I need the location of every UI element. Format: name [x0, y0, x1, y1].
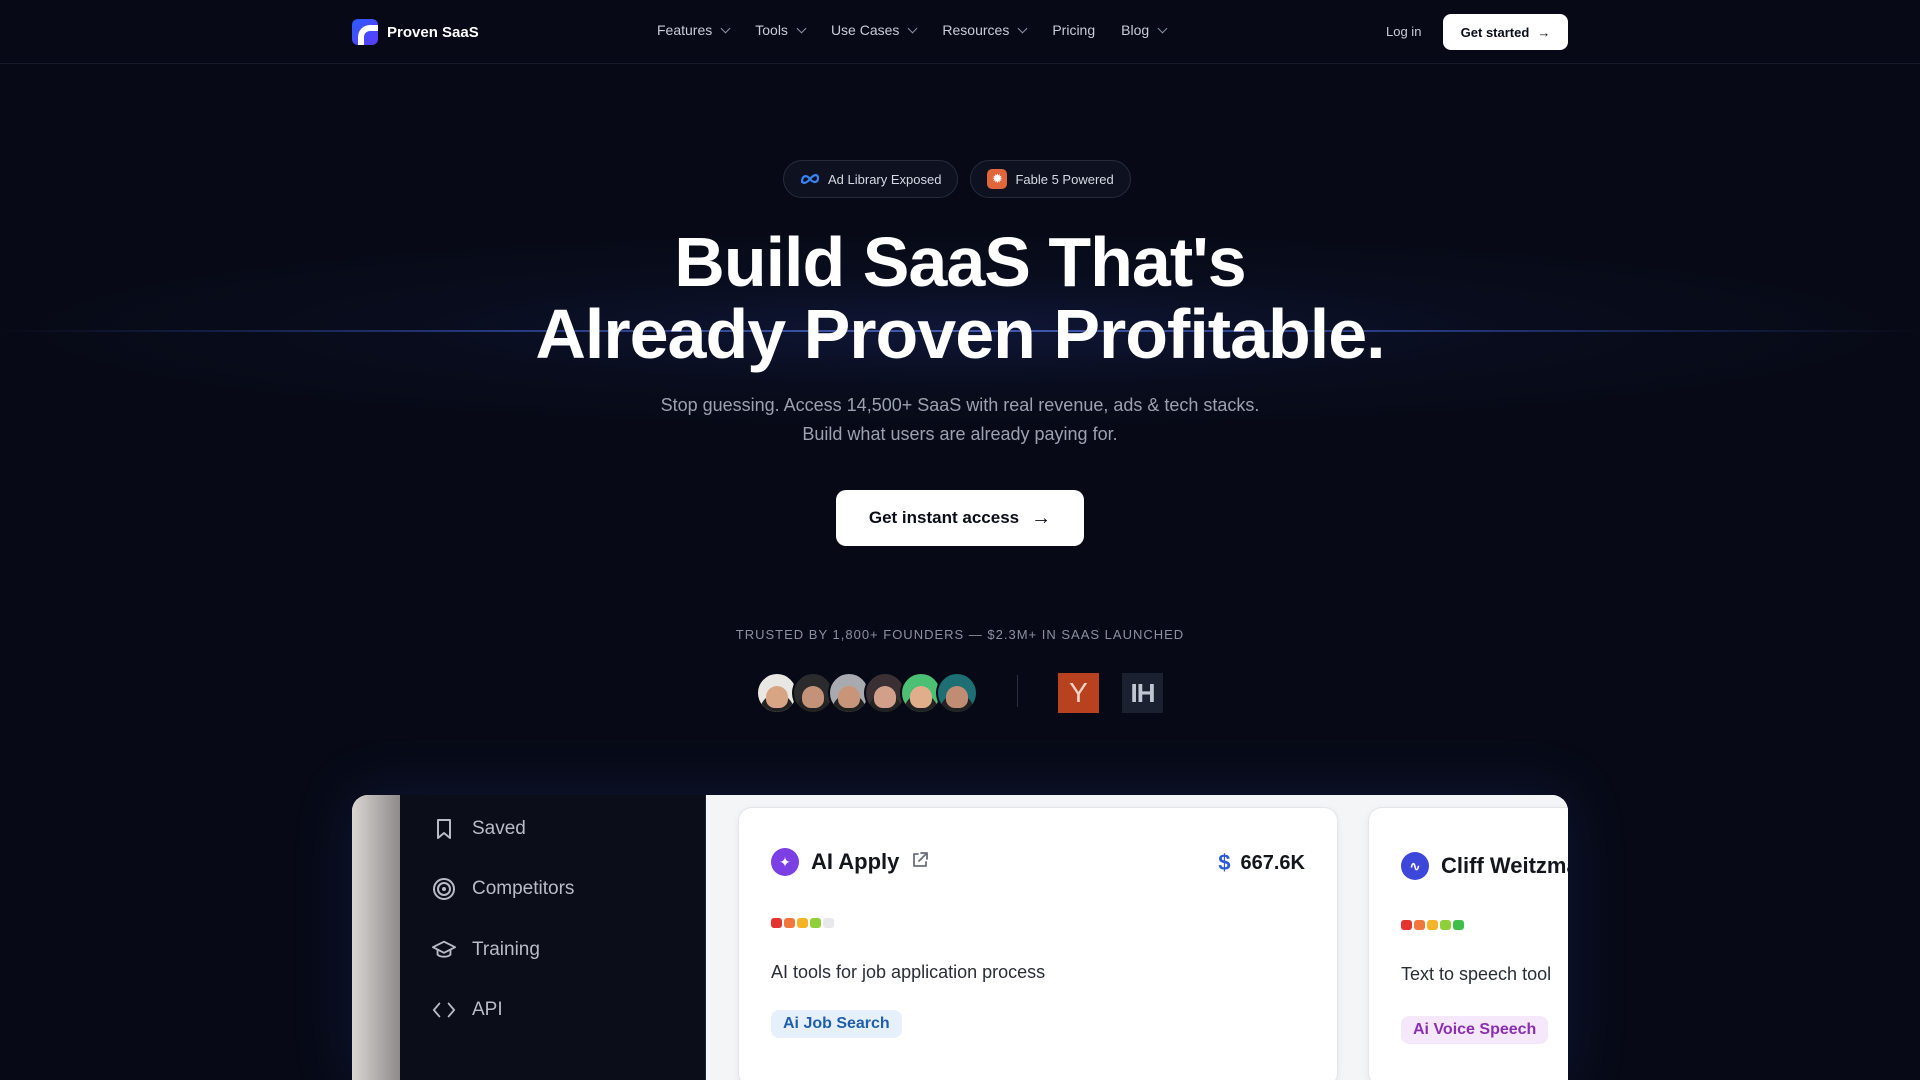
- magic-wand-icon: ✦: [771, 848, 799, 876]
- sidebar-item-label: Competitors: [472, 878, 575, 899]
- menu-item-blog[interactable]: Blog: [1121, 22, 1168, 38]
- hero-title-line-2: Already Proven Profitable.: [535, 295, 1385, 373]
- get-started-button[interactable]: Get started →: [1443, 14, 1568, 50]
- menu-item-label: Tools: [755, 22, 788, 38]
- brand-link[interactable]: Proven SaaS: [352, 19, 479, 45]
- menu-item-use-cases[interactable]: Use Cases: [830, 22, 918, 38]
- external-link-icon[interactable]: [911, 849, 929, 875]
- saas-card-ai-apply[interactable]: ✦ AI Apply $ 667.6K AI tools for job app…: [738, 807, 1338, 1080]
- avatar: [936, 672, 978, 714]
- chevron-down-icon: [1017, 23, 1028, 33]
- dollar-icon: $: [1218, 850, 1231, 875]
- target-icon: [432, 877, 456, 901]
- badge-ad-library[interactable]: Ad Library Exposed: [783, 160, 959, 198]
- hero-title-line-1: Build SaaS That's: [674, 223, 1246, 301]
- hero-title: Build SaaS That's Already Proven Profita…: [0, 226, 1920, 370]
- menu-item-label: Blog: [1121, 22, 1150, 38]
- sidebar-item-training[interactable]: Training: [432, 938, 540, 962]
- revenue-value: $ 667.6K: [1218, 850, 1305, 876]
- brand-name: Proven SaaS: [387, 23, 479, 41]
- arrow-right-icon: →: [1537, 24, 1551, 40]
- menu-item-label: Use Cases: [830, 22, 900, 38]
- menu-item-pricing[interactable]: Pricing: [1052, 22, 1095, 38]
- indie-hackers-logo: IH: [1122, 673, 1163, 713]
- card-title: ∿ Cliff Weitzma: [1401, 852, 1568, 880]
- founder-avatars: [756, 672, 978, 714]
- badge-label: Fable 5 Powered: [1015, 171, 1114, 187]
- cta-label: Get instant access: [868, 508, 1020, 527]
- sidebar-item-saved[interactable]: Saved: [432, 817, 526, 841]
- graduation-cap-icon: [432, 938, 456, 962]
- chevron-down-icon: [907, 23, 918, 33]
- get-instant-access-button[interactable]: Get instant access →: [836, 490, 1084, 546]
- bookmark-icon: [432, 817, 456, 841]
- menu-item-label: Pricing: [1052, 22, 1096, 38]
- sidebar-item-label: Saved: [472, 818, 526, 839]
- card-description: Text to speech tool: [1401, 964, 1552, 984]
- preview-sidebar: Saved Competitors Training API: [400, 795, 706, 1080]
- meta-icon: [800, 174, 820, 184]
- saas-card-cliff[interactable]: ∿ Cliff Weitzma Text to speech tool Ai V…: [1368, 807, 1568, 1080]
- trust-divider: [1017, 675, 1018, 707]
- preview-main: ✦ AI Apply $ 667.6K AI tools for job app…: [706, 795, 1568, 1080]
- card-name: AI Apply: [811, 849, 900, 874]
- trusted-by-text: TRUSTED BY 1,800+ FOUNDERS — $2.3M+ IN S…: [735, 627, 1185, 642]
- preview-edge: [352, 795, 400, 1080]
- chevron-down-icon: [720, 23, 731, 33]
- waveform-icon: ∿: [1401, 852, 1429, 880]
- category-tag[interactable]: Ai Job Search: [771, 1010, 902, 1038]
- card-title: ✦ AI Apply: [771, 848, 929, 876]
- sidebar-item-label: API: [472, 999, 503, 1020]
- top-navigation: Proven SaaS Features Tools Use Cases Res…: [0, 0, 1920, 64]
- y-combinator-logo: Y: [1058, 673, 1099, 713]
- app-preview: Saved Competitors Training API ✦ AI Appl…: [352, 795, 1568, 1080]
- brand-logo-icon: [352, 19, 378, 45]
- menu-item-features[interactable]: Features: [657, 22, 731, 38]
- main-menu: Features Tools Use Cases Resources Prici…: [657, 22, 1168, 38]
- sidebar-item-label: Training: [472, 939, 540, 960]
- rating-bars: [1401, 920, 1464, 930]
- rating-bars: [771, 918, 834, 928]
- hero-badges: Ad Library Exposed ✹ Fable 5 Powered: [783, 160, 1131, 198]
- chevron-down-icon: [796, 23, 807, 33]
- code-icon: [432, 998, 456, 1022]
- badge-fable[interactable]: ✹ Fable 5 Powered: [970, 160, 1131, 198]
- arrow-right-icon: →: [1031, 506, 1052, 529]
- revenue-amount: 667.6K: [1240, 851, 1306, 874]
- login-link[interactable]: Log in: [1386, 24, 1421, 39]
- sparkle-icon: ✹: [987, 169, 1008, 189]
- hero-subtitle: Stop guessing. Access 14,500+ SaaS with …: [660, 395, 1260, 444]
- sidebar-item-competitors[interactable]: Competitors: [432, 877, 574, 901]
- sidebar-item-api[interactable]: API: [432, 998, 503, 1022]
- card-description: AI tools for job application process: [771, 962, 1046, 982]
- menu-item-tools[interactable]: Tools: [755, 22, 807, 38]
- chevron-down-icon: [1157, 23, 1168, 33]
- badge-label: Ad Library Exposed: [828, 171, 942, 187]
- card-name: Cliff Weitzma: [1441, 853, 1568, 878]
- menu-item-label: Resources: [942, 22, 1010, 38]
- category-tag[interactable]: Ai Voice Speech: [1401, 1016, 1549, 1044]
- menu-item-label: Features: [657, 22, 713, 38]
- get-started-label: Get started: [1460, 24, 1530, 40]
- menu-item-resources[interactable]: Resources: [942, 22, 1028, 38]
